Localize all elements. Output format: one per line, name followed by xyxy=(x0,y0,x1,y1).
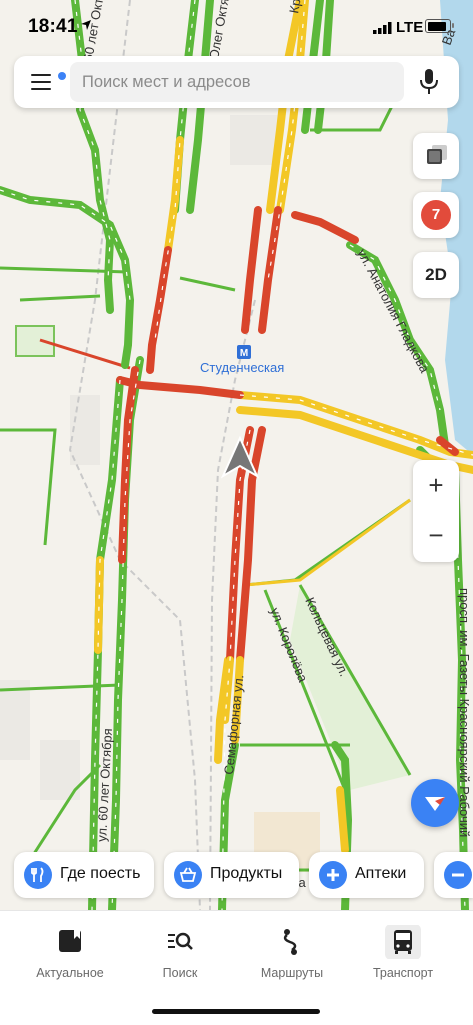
search-input[interactable]: Поиск мест и адресов xyxy=(70,62,404,102)
building-block xyxy=(70,395,100,465)
search-bar: Поиск мест и адресов xyxy=(14,56,459,108)
street-label-prospekt: просп. им. Газеты Красноярский Рабочий xyxy=(457,588,472,837)
tab-routes[interactable]: Маршруты xyxy=(242,925,342,995)
building-block xyxy=(0,680,30,760)
battery-icon xyxy=(425,19,451,33)
building-block xyxy=(230,115,280,165)
view-mode-label: 2D xyxy=(425,265,447,284)
location-arrow-icon xyxy=(81,20,91,30)
route-icon xyxy=(283,929,297,955)
status-time: 18:41 xyxy=(28,16,78,37)
layers-button[interactable] xyxy=(413,133,459,179)
battery-tip xyxy=(452,23,454,28)
bookmark-icon xyxy=(59,930,81,952)
tab-bar: Актуальное Поиск Маршруты Транспорт xyxy=(0,910,473,1025)
minus-icon xyxy=(444,861,472,889)
compass-button[interactable] xyxy=(411,779,459,827)
zoom-control: + − xyxy=(413,460,459,562)
chip-more[interactable] xyxy=(434,852,473,898)
menu-button[interactable] xyxy=(24,64,66,100)
map-canvas[interactable]: M Студенческая ул. Анатолия Гладкова ул.… xyxy=(0,0,473,910)
layers-icon xyxy=(427,145,447,164)
basket-icon xyxy=(174,861,202,889)
chip-pharmacy[interactable]: Аптеки xyxy=(309,852,424,898)
tab-transport[interactable]: Транспорт xyxy=(353,925,453,995)
traffic-level-badge: 7 xyxy=(421,200,451,230)
chip-food[interactable]: Где поесть xyxy=(14,852,154,898)
tab-search[interactable]: Поиск xyxy=(130,925,230,995)
park-block xyxy=(15,325,55,357)
tab-actual[interactable]: Актуальное xyxy=(20,925,120,995)
zoom-out-button[interactable]: − xyxy=(413,520,459,551)
metro-station-label[interactable]: Студенческая xyxy=(200,360,284,375)
microphone-icon[interactable] xyxy=(418,68,440,96)
traffic-button[interactable]: 7 xyxy=(413,192,459,238)
search-list-icon xyxy=(168,932,193,950)
fork-knife-icon xyxy=(24,861,52,889)
view-mode-button[interactable]: 2D xyxy=(413,252,459,298)
zoom-in-button[interactable]: + xyxy=(413,470,459,501)
svg-text:M: M xyxy=(240,348,248,359)
chip-groceries[interactable]: Продукты xyxy=(164,852,299,898)
home-indicator[interactable] xyxy=(152,1009,320,1014)
category-chips: Где поесть Продукты Аптеки xyxy=(0,852,473,900)
network-type: LTE xyxy=(396,19,424,36)
compass-icon xyxy=(425,797,445,811)
signal-icon xyxy=(373,22,392,34)
bus-icon xyxy=(385,925,421,959)
plus-icon xyxy=(319,861,347,889)
status-bar: 18:41 LTE xyxy=(0,0,473,56)
notification-dot xyxy=(58,72,66,80)
